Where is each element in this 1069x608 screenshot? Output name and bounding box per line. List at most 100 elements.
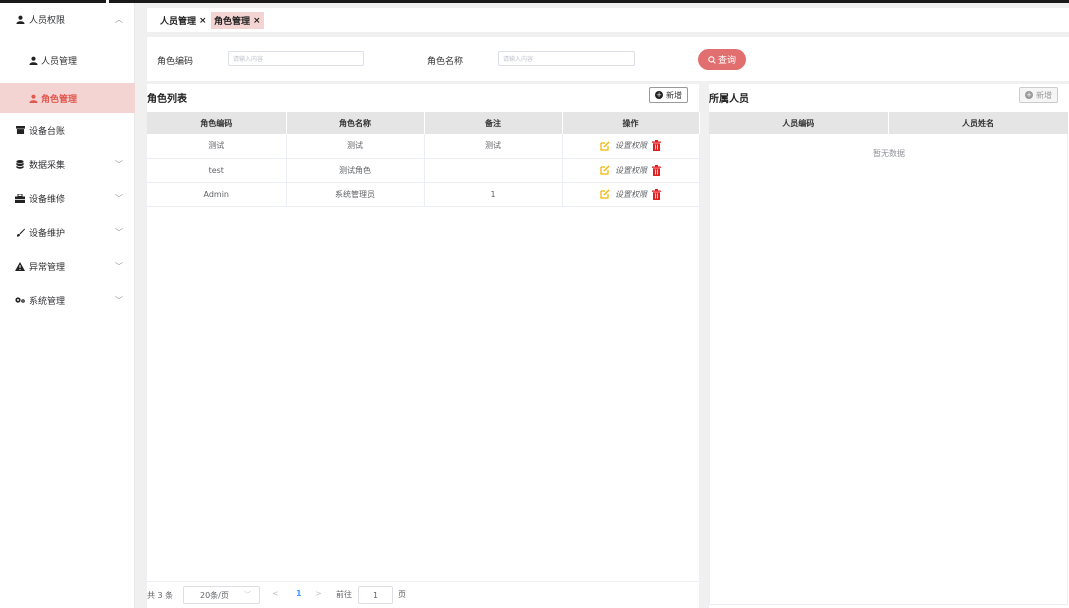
role-name-input[interactable]: 请输入内容 xyxy=(498,51,635,66)
role-code-placeholder: 请输入内容 xyxy=(233,56,264,63)
page-size-value: 20条/页 xyxy=(200,590,229,600)
role-table: 角色编码 角色名称 备注 操作 测试 测试 测试 设置权限 test 测试角色 … xyxy=(147,112,700,207)
sidebar-item-label: 异常管理 xyxy=(29,262,66,273)
query-button[interactable]: 查询 xyxy=(698,49,746,70)
database-icon xyxy=(15,159,25,169)
table-row[interactable]: test 测试角色 设置权限 xyxy=(147,158,700,183)
edit-icon[interactable] xyxy=(600,189,610,199)
sidebar-item-label: 系统管理 xyxy=(29,296,66,307)
tab-role-management[interactable]: 角色管理 × xyxy=(211,12,264,29)
goto-page-input[interactable]: 1 xyxy=(358,586,393,604)
plus-circle-icon: + xyxy=(1025,90,1033,99)
role-code-input[interactable]: 请输入内容 xyxy=(228,51,364,66)
chevron-up-icon: ︿ xyxy=(115,14,123,24)
role-name-cell: 测试角色 xyxy=(286,158,425,183)
remark-cell: 1 xyxy=(424,182,563,207)
set-permission-link[interactable]: 设置权限 xyxy=(615,189,647,200)
sidebar-item-personnel-permissions[interactable]: 人员权限 ︿ xyxy=(0,4,135,34)
sidebar-item-label: 人员权限 xyxy=(29,15,66,26)
members-table-frame xyxy=(709,112,1068,605)
operation-cell: 设置权限 xyxy=(562,134,700,159)
role-code-label: 角色编码 xyxy=(157,57,194,67)
page-size-select[interactable]: 20条/页 ﹀ xyxy=(183,586,260,604)
role-list-panel: 角色列表 + 新增 角色编码 角色名称 备注 操作 测试 测试 测试 设置权限 xyxy=(147,84,700,608)
add-role-label: 新增 xyxy=(666,90,682,100)
role-name-label: 角色名称 xyxy=(427,57,464,67)
role-name-cell: 系统管理员 xyxy=(286,182,425,207)
role-name-placeholder: 请输入内容 xyxy=(503,56,534,63)
delete-icon[interactable] xyxy=(652,140,661,152)
sidebar-item-label: 角色管理 xyxy=(41,94,78,105)
remark-cell xyxy=(424,158,563,183)
add-member-button[interactable]: + 新增 xyxy=(1019,87,1058,103)
close-icon[interactable]: × xyxy=(199,16,207,26)
gears-icon xyxy=(15,295,25,305)
warning-icon xyxy=(15,261,25,271)
column-header: 人员编码 xyxy=(709,112,889,134)
next-page-button[interactable]: > xyxy=(315,589,322,598)
chevron-down-icon: ﹀ xyxy=(115,295,123,305)
search-panel: 角色编码 请输入内容 角色名称 请输入内容 查询 xyxy=(147,37,1069,81)
column-header: 角色编码 xyxy=(147,112,287,134)
chevron-down-icon: ﹀ xyxy=(115,227,123,237)
sidebar-item-exception-management[interactable]: 异常管理 ﹀ xyxy=(0,251,135,281)
sidebar-item-data-collection[interactable]: 数据采集 ﹀ xyxy=(0,149,135,179)
plus-circle-icon: + xyxy=(655,90,663,99)
sidebar-item-system-management[interactable]: 系统管理 ﹀ xyxy=(0,285,135,315)
role-list-title: 角色列表 xyxy=(147,94,187,105)
edit-icon[interactable] xyxy=(600,165,610,175)
column-header: 角色名称 xyxy=(286,112,425,134)
chevron-down-icon: ﹀ xyxy=(115,193,123,203)
delete-icon[interactable] xyxy=(652,188,661,200)
brush-icon xyxy=(15,227,25,237)
add-member-label: 新增 xyxy=(1036,90,1052,100)
toolbox-icon xyxy=(15,193,25,203)
sidebar-item-device-ledger[interactable]: 设备台账 xyxy=(0,115,135,145)
user-icon xyxy=(15,14,25,24)
sidebar-item-equipment-repair[interactable]: 设备维修 ﹀ xyxy=(0,183,135,213)
sidebar-item-label: 设备维修 xyxy=(29,194,66,205)
members-table: 人员编码 人员姓名 xyxy=(709,112,1069,134)
sidebar-item-role-management[interactable]: 角色管理 xyxy=(0,83,135,113)
delete-icon[interactable] xyxy=(652,164,661,176)
chevron-down-icon: ﹀ xyxy=(115,261,123,271)
prev-page-button[interactable]: < xyxy=(272,589,279,598)
table-header-row: 角色编码 角色名称 备注 操作 xyxy=(147,112,700,134)
role-code-cell: test xyxy=(147,158,287,183)
column-header: 人员姓名 xyxy=(888,112,1069,134)
role-code-cell: Admin xyxy=(147,182,287,207)
close-icon[interactable]: × xyxy=(253,16,261,26)
table-row[interactable]: Admin 系统管理员 1 设置权限 xyxy=(147,182,700,207)
page-suffix-label: 页 xyxy=(398,590,406,599)
edit-icon[interactable] xyxy=(600,141,610,151)
tab-label: 角色管理 xyxy=(214,17,251,27)
role-code-cell: 测试 xyxy=(147,134,287,159)
top-bar xyxy=(0,0,1069,3)
set-permission-link[interactable]: 设置权限 xyxy=(615,140,647,151)
tab-personnel-management[interactable]: 人员管理 × xyxy=(157,12,210,29)
role-name-cell: 测试 xyxy=(286,134,425,159)
operation-cell: 设置权限 xyxy=(562,158,700,183)
empty-state: 暂无数据 xyxy=(873,149,905,158)
tabs-bar: 人员管理 × 角色管理 × xyxy=(147,8,1069,32)
members-title: 所属人员 xyxy=(709,94,749,105)
operation-cell: 设置权限 xyxy=(562,182,700,207)
add-role-button[interactable]: + 新增 xyxy=(649,87,688,103)
query-button-label: 查询 xyxy=(717,56,736,66)
chevron-down-icon: ﹀ xyxy=(115,159,123,169)
set-permission-link[interactable]: 设置权限 xyxy=(615,165,647,176)
sidebar-item-label: 人员管理 xyxy=(41,56,78,67)
pagination: 共 3 条 20条/页 ﹀ < 1 > 前往 1 页 xyxy=(147,581,699,608)
members-panel: 所属人员 + 新增 人员编码 人员姓名 暂无数据 xyxy=(709,84,1069,608)
chevron-down-icon: ﹀ xyxy=(244,591,251,599)
total-count: 共 3 条 xyxy=(147,591,174,600)
table-row[interactable]: 测试 测试 测试 设置权限 xyxy=(147,134,700,159)
goto-page-value: 1 xyxy=(372,590,379,600)
sidebar-item-label: 设备维护 xyxy=(29,228,66,239)
column-header: 操作 xyxy=(562,112,700,134)
sidebar-item-personnel-management[interactable]: 人员管理 xyxy=(0,45,135,75)
sidebar-item-label: 设备台账 xyxy=(29,126,66,137)
page-number-current[interactable]: 1 xyxy=(296,589,302,598)
sidebar-item-equipment-maintenance[interactable]: 设备维护 ﹀ xyxy=(0,217,135,247)
user-icon xyxy=(28,93,38,103)
